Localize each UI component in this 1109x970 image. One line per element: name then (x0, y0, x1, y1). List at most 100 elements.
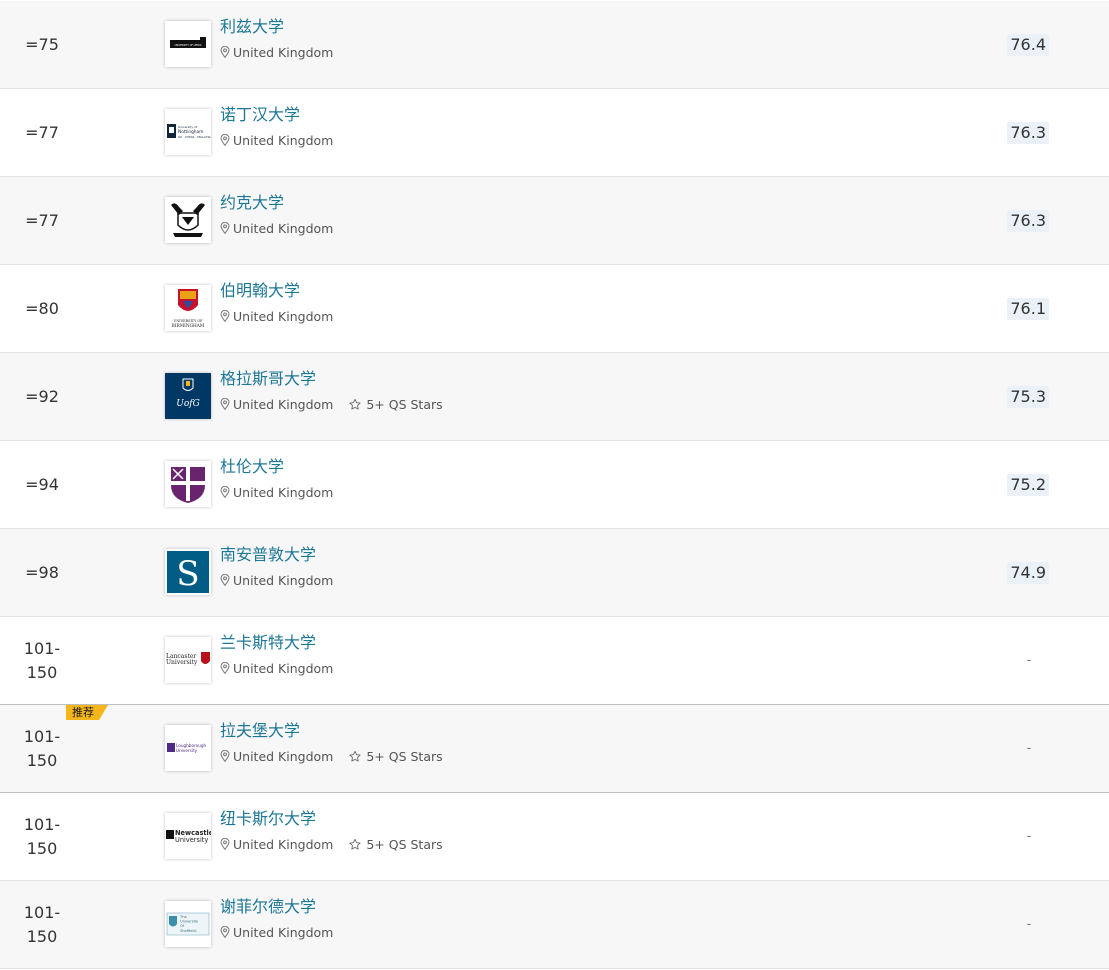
university-name-link[interactable]: 约克大学 (220, 192, 284, 214)
location-pin-icon (220, 750, 230, 762)
university-meta: United Kingdom (220, 483, 333, 501)
rank-label: =92 (25, 386, 59, 406)
svg-text:Of: Of (180, 924, 185, 928)
southampton-logo[interactable]: S (165, 549, 211, 595)
svg-text:UofG: UofG (176, 399, 200, 409)
svg-text:UNIVERSITY OF: UNIVERSITY OF (173, 319, 203, 323)
qs-stars-label: 5+ QS Stars (366, 748, 443, 764)
birmingham-logo[interactable]: UNIVERSITY OF BIRMINGHAM (165, 285, 211, 331)
glasgow-logo[interactable]: UofG (165, 373, 211, 419)
university-meta: United Kingdom (220, 219, 333, 237)
university-name-link[interactable]: 谢菲尔德大学 (220, 896, 316, 918)
location-pin-icon (220, 222, 230, 234)
university-meta: United Kingdom (220, 571, 333, 589)
location-pin-icon (220, 398, 230, 410)
university-name-link[interactable]: 利兹大学 (220, 16, 284, 38)
star-icon (349, 838, 361, 850)
qs-stars: 5+ QS Stars (348, 396, 443, 412)
university-meta: United Kingdom (220, 659, 333, 677)
svg-text:UNIVERSITY OF LEEDS: UNIVERSITY OF LEEDS (175, 44, 202, 47)
location-label: United Kingdom (233, 220, 334, 236)
university-row[interactable]: =77 University of Nottingham UK · CHINA · M… (0, 89, 1109, 177)
newcastle-logo[interactable]: Newcastle University (165, 813, 211, 859)
location-label: United Kingdom (233, 396, 334, 412)
university-meta: United Kingdom (220, 43, 333, 61)
university-row[interactable]: =77 约克大学 United Kingdom 76.3 (0, 177, 1109, 265)
durham-logo[interactable] (165, 461, 211, 507)
location-pin-icon (220, 926, 230, 938)
qs-stars: 5+ QS Stars (348, 748, 443, 764)
overall-score: 76.3 (1007, 210, 1049, 232)
qs-stars-label: 5+ QS Stars (366, 396, 443, 412)
qs-stars: 5+ QS Stars (348, 837, 443, 852)
university-row[interactable]: 101- 150 The University Of Sheffield. 谢菲尔德大学 U… (0, 881, 1109, 969)
overall-score: - (1026, 917, 1032, 932)
rank-label: =77 (25, 122, 59, 142)
university-meta: United Kingdom 5+ QS Stars (220, 835, 443, 853)
location-pin-icon (220, 486, 230, 498)
york-logo[interactable] (165, 197, 211, 243)
location-pin-icon (220, 838, 230, 850)
overall-score: - (1026, 741, 1032, 756)
svg-text:University: University (175, 836, 208, 844)
rank-label: 101- 150 (23, 726, 61, 770)
location-label: United Kingdom (233, 484, 334, 500)
location-label: United Kingdom (233, 44, 334, 60)
svg-text:UK · CHINA · MALAYSIA: UK · CHINA · MALAYSIA (178, 135, 211, 139)
university-row[interactable]: =92 UofG 格拉斯哥大学 United Kingdom 5+ QS Stars 75… (0, 353, 1109, 441)
university-row[interactable]: =98 S 南安普敦大学 United Kingdom 74.9 (0, 529, 1109, 617)
university-row[interactable]: 101- 150 Newcastle University 纽卡斯尔大学 United … (0, 793, 1109, 881)
location-pin-icon (220, 46, 230, 58)
university-name-link[interactable]: 杜伦大学 (220, 456, 284, 478)
leeds-logo[interactable]: UNIVERSITY OF LEEDS (165, 21, 211, 67)
university-name-link[interactable]: 格拉斯哥大学 (220, 368, 316, 390)
sheffield-logo[interactable]: The University Of Sheffield. (165, 901, 211, 947)
svg-text:University: University (176, 748, 198, 753)
svg-text:Sheffield.: Sheffield. (180, 929, 197, 933)
university-meta: United Kingdom (220, 131, 333, 149)
university-row[interactable]: =94 杜伦大学 United Kingdom 75.2 (0, 441, 1109, 529)
location-pin-icon (220, 310, 230, 322)
university-name-link[interactable]: 诺丁汉大学 (220, 104, 300, 126)
location-label: United Kingdom (233, 572, 334, 588)
location-pin-icon (220, 662, 230, 674)
star-icon (349, 750, 361, 762)
rank-label: 101- 150 (23, 814, 61, 858)
university-row[interactable]: =80 UNIVERSITY OF BIRMINGHAM 伯明翰大学 United Ki… (0, 265, 1109, 353)
overall-score: 76.4 (1007, 34, 1049, 56)
lancaster-logo[interactable]: Lancaster University (165, 637, 211, 683)
university-name-link[interactable]: 伯明翰大学 (220, 280, 300, 302)
svg-text:The: The (179, 915, 187, 919)
loughborough-logo[interactable]: Loughborough University (165, 725, 211, 771)
rank-label: =94 (25, 474, 59, 494)
overall-score: 75.2 (1007, 474, 1049, 496)
university-name-link[interactable]: 南安普敦大学 (220, 544, 316, 566)
rank-label: 101- 150 (23, 902, 61, 946)
university-row[interactable]: 推荐 101- 150 Loughborough University 拉夫堡大学 Uni… (0, 704, 1109, 793)
university-meta: United Kingdom (220, 307, 333, 325)
location-pin-icon (220, 574, 230, 586)
svg-text:S: S (176, 554, 199, 594)
ranking-list: =75 UNIVERSITY OF LEEDS 利兹大学 United Kingdom… (0, 0, 1109, 970)
recommended-badge: 推荐 (66, 705, 108, 720)
university-name-link[interactable]: 纽卡斯尔大学 (220, 808, 316, 830)
location-label: United Kingdom (233, 132, 334, 148)
university-row[interactable]: 101- 150 Lancaster University 兰卡斯特大学 United … (0, 617, 1109, 705)
location-label: United Kingdom (233, 660, 334, 676)
rank-label: 101- 150 (23, 638, 61, 682)
university-name-link[interactable]: 拉夫堡大学 (220, 720, 300, 742)
location-pin-icon (220, 134, 230, 146)
university-name-link[interactable]: 兰卡斯特大学 (220, 632, 316, 654)
location-label: United Kingdom (233, 748, 334, 764)
svg-text:University: University (166, 659, 198, 666)
location-label: United Kingdom (233, 924, 334, 940)
university-row[interactable]: =75 UNIVERSITY OF LEEDS 利兹大学 United Kingdom… (0, 1, 1109, 89)
nottingham-logo[interactable]: University of Nottingham UK · CHINA · MALA… (165, 109, 211, 155)
overall-score: 74.9 (1007, 562, 1049, 584)
location-label: United Kingdom (233, 308, 334, 324)
rank-label: =80 (25, 298, 59, 318)
svg-text:BIRMINGHAM: BIRMINGHAM (172, 324, 205, 329)
university-meta: United Kingdom (220, 923, 333, 941)
overall-score: - (1026, 653, 1032, 668)
star-icon (349, 398, 361, 410)
